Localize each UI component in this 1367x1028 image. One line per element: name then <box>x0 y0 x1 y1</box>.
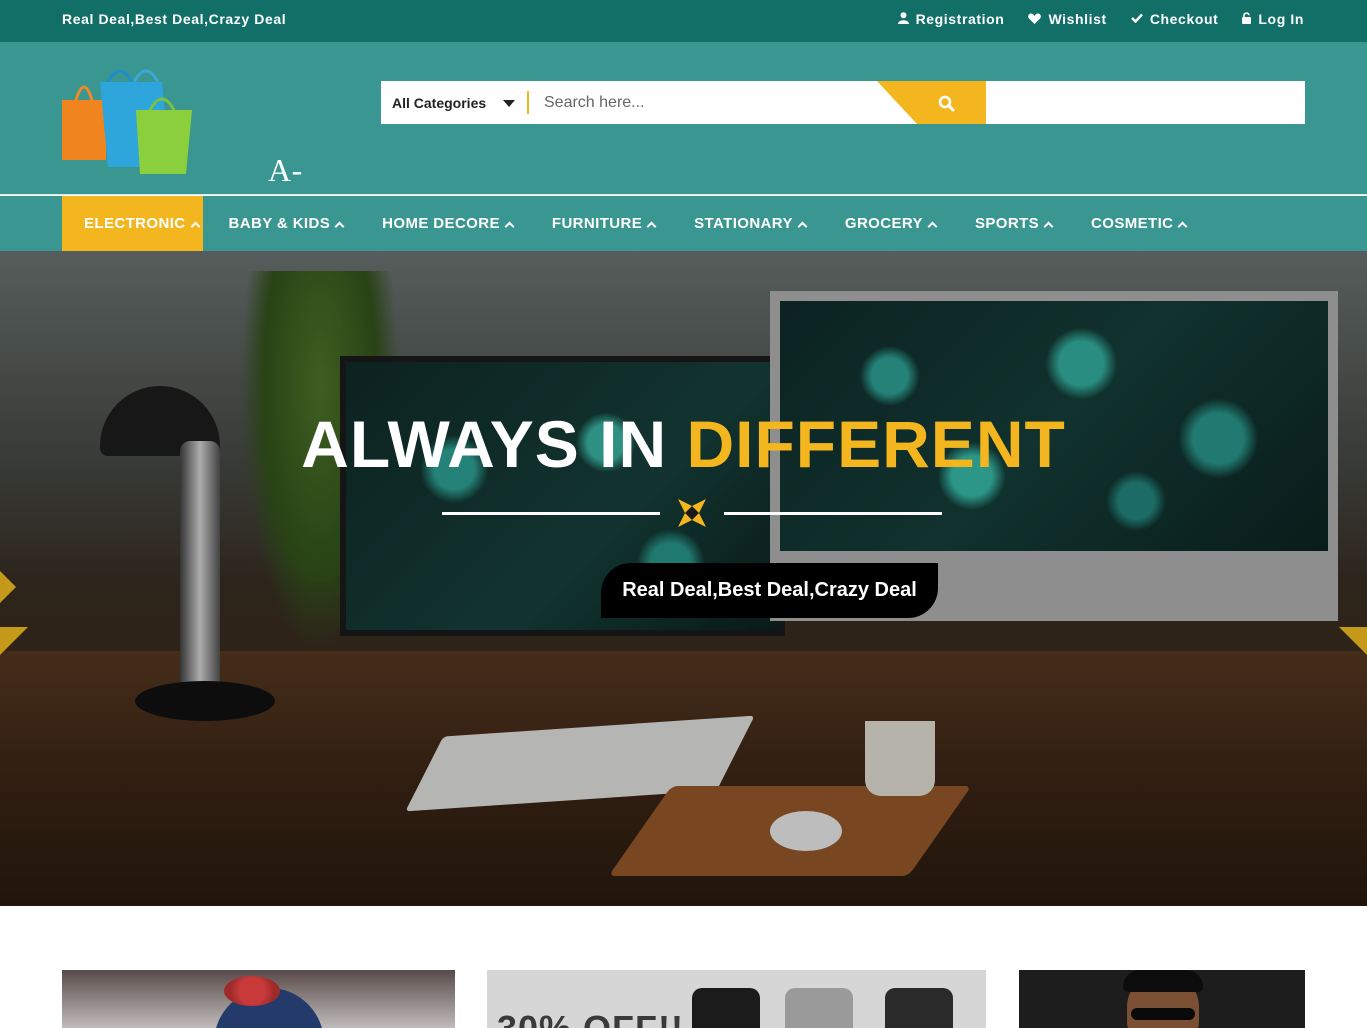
slider-corner-left-icon <box>0 627 28 655</box>
check-icon <box>1130 13 1143 25</box>
nav-item-label: STATIONARY <box>694 215 793 232</box>
top-links: Registration Wishlist Checkout Log In <box>897 11 1304 27</box>
promo-hat-pom-image <box>224 976 280 1006</box>
watch-black-image <box>692 988 760 1028</box>
nav-item-electronic[interactable]: ELECTRONIC <box>62 196 203 251</box>
category-select[interactable]: All Categories <box>381 81 527 124</box>
emblem-icon <box>676 497 708 534</box>
hero-badge: Real Deal,Best Deal,Crazy Deal <box>601 563 938 618</box>
login-link[interactable]: Log In <box>1242 11 1304 27</box>
nav-item-label: ELECTRONIC <box>84 215 186 232</box>
login-label: Log In <box>1258 11 1304 27</box>
hero-divider-left <box>442 512 660 515</box>
nav-item-furniture[interactable]: FURNITURE <box>530 196 668 251</box>
search-button[interactable] <box>877 81 986 124</box>
nav-item-label: SPORTS <box>974 215 1040 232</box>
nav-item-grocery[interactable]: GROCERY <box>823 196 949 251</box>
nav-item-label: FURNITURE <box>551 215 643 232</box>
promo-model-sunglasses-image <box>1131 1008 1195 1020</box>
slider-prev-arrow-icon[interactable] <box>0 571 16 603</box>
lock-icon <box>1242 12 1252 26</box>
chevron-up-icon <box>646 221 657 231</box>
site-header: A-Mart All Categories <box>0 42 1367 225</box>
promo-model-hair-image <box>1123 970 1203 992</box>
shopping-bags-logo-icon <box>62 69 192 174</box>
watch-silver-image <box>785 988 853 1028</box>
caret-down-icon <box>503 100 515 107</box>
top-bar: Real Deal,Best Deal,Crazy Deal Registrat… <box>0 0 1367 42</box>
chevron-up-icon <box>1043 221 1054 231</box>
chevron-up-icon <box>504 221 515 231</box>
nav-item-cosmetic[interactable]: COSMETIC <box>1069 196 1199 251</box>
promo-card-watches[interactable]: 30% OFF!! <box>487 970 986 1028</box>
chevron-up-icon <box>797 221 808 231</box>
registration-label: Registration <box>915 11 1005 27</box>
hero-slider: ALWAYS IN DIFFERENT Real Deal,Best Deal,… <box>0 251 1367 906</box>
search-bar: All Categories <box>381 81 1305 124</box>
checkout-label: Checkout <box>1149 11 1219 27</box>
watch-dark-image <box>885 988 953 1028</box>
tagline: Real Deal,Best Deal,Crazy Deal <box>62 11 287 27</box>
nav-item-baby-kids[interactable]: BABY & KIDS <box>207 196 357 251</box>
nav-item-label: BABY & KIDS <box>228 215 331 232</box>
slider-next-arrow-icon[interactable] <box>1339 627 1367 655</box>
category-label: All Categories <box>392 94 487 111</box>
promo-card-fashion[interactable] <box>1019 970 1305 1028</box>
promo-discount-text: 30% OFF!! <box>497 1008 684 1028</box>
nav-item-label: HOME DECORE <box>382 215 500 232</box>
registration-link[interactable]: Registration <box>897 11 1005 27</box>
hero-title: ALWAYS IN DIFFERENT <box>0 406 1367 482</box>
logo[interactable]: A-Mart <box>62 64 332 225</box>
checkout-link[interactable]: Checkout <box>1130 11 1219 27</box>
heart-icon <box>1028 12 1042 26</box>
nav-item-label: COSMETIC <box>1091 215 1174 232</box>
wishlist-link[interactable]: Wishlist <box>1028 11 1106 27</box>
user-icon <box>897 12 909 26</box>
nav-item-stationary[interactable]: STATIONARY <box>672 196 819 251</box>
nav-item-label: GROCERY <box>844 215 923 232</box>
chevron-up-icon <box>190 221 200 231</box>
chevron-up-icon <box>334 221 345 231</box>
main-nav: ELECTRONIC BABY & KIDS HOME DECORE FURNI… <box>0 196 1367 251</box>
nav-item-home-decore[interactable]: HOME DECORE <box>360 196 526 251</box>
hero-title-accent: DIFFERENT <box>686 407 1066 481</box>
hero-title-white: ALWAYS IN <box>301 407 687 481</box>
nav-item-sports[interactable]: SPORTS <box>953 196 1065 251</box>
promo-card-winter[interactable] <box>62 970 455 1028</box>
chevron-up-icon <box>927 221 938 231</box>
chevron-up-icon <box>1177 221 1188 231</box>
search-divider <box>527 91 529 114</box>
hero-divider-right <box>724 512 942 515</box>
search-input[interactable] <box>531 81 876 124</box>
search-icon <box>938 95 955 112</box>
wishlist-label: Wishlist <box>1048 11 1107 27</box>
